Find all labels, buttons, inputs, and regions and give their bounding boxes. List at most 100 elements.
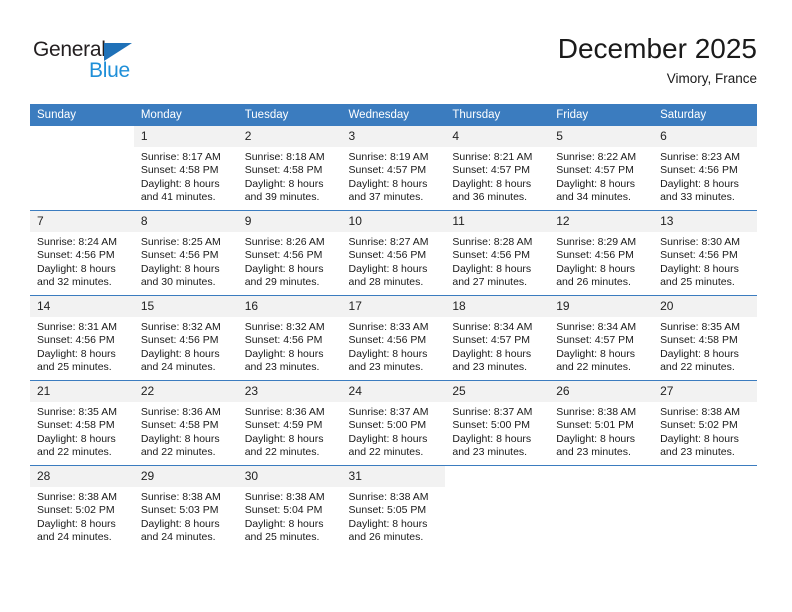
calendar-day[interactable]: 22 Sunrise: 8:36 AM Sunset: 4:58 PM Dayligh… xyxy=(133,381,238,465)
day-sunrise-text: Sunrise: 8:37 AM xyxy=(348,406,429,418)
calendar-day-empty xyxy=(653,466,757,550)
calendar-day[interactable]: 15 Sunrise: 8:32 AM Sunset: 4:56 PM Dayligh… xyxy=(133,296,238,380)
calendar-day-cell[interactable] xyxy=(549,465,654,550)
calendar-day-cell[interactable]: 8 Sunrise: 8:25 AM Sunset: 4:56 PM Daylight… xyxy=(133,210,238,296)
calendar-day-cell[interactable]: 22 Sunrise: 8:36 AM Sunset: 4:58 PM Dayligh… xyxy=(133,380,238,466)
calendar-day-cell[interactable]: 2 Sunrise: 8:18 AM Sunset: 4:58 PM Daylight… xyxy=(237,126,342,211)
day-sun-info: Sunrise: 8:37 AM Sunset: 5:00 PM Daylight:… xyxy=(445,402,549,460)
day-daylight1-text: Daylight: 8 hours xyxy=(140,432,220,445)
calendar-day-cell[interactable]: 20 Sunrise: 8:35 AM Sunset: 4:58 PM Dayligh… xyxy=(653,295,757,381)
day-daylight2-text: and 25 minutes. xyxy=(660,276,735,289)
calendar-day-cell[interactable]: 16 Sunrise: 8:32 AM Sunset: 4:56 PM Dayligh… xyxy=(237,295,342,381)
day-sunrise-text: Sunrise: 8:17 AM xyxy=(140,151,221,163)
calendar-day-cell[interactable]: 31 Sunrise: 8:38 AM Sunset: 5:05 PM Dayligh… xyxy=(341,465,446,550)
calendar-day-cell[interactable]: 27 Sunrise: 8:38 AM Sunset: 5:02 PM Dayligh… xyxy=(653,380,757,466)
day-sun-info: Sunrise: 8:23 AM Sunset: 4:56 PM Daylight:… xyxy=(653,147,757,205)
calendar-day-cell[interactable]: 15 Sunrise: 8:32 AM Sunset: 4:56 PM Dayligh… xyxy=(133,295,238,381)
calendar-day-cell[interactable]: 26 Sunrise: 8:38 AM Sunset: 5:01 PM Dayligh… xyxy=(549,380,654,466)
calendar-day[interactable]: 10 Sunrise: 8:27 AM Sunset: 4:56 PM Dayligh… xyxy=(341,211,446,295)
calendar-day-cell[interactable]: 4 Sunrise: 8:21 AM Sunset: 4:57 PM Daylight… xyxy=(445,126,550,211)
day-sunrise-text: Sunrise: 8:36 AM xyxy=(244,406,325,418)
calendar-day-cell[interactable]: 18 Sunrise: 8:34 AM Sunset: 4:57 PM Dayligh… xyxy=(445,295,550,381)
calendar-day-cell[interactable]: 14 Sunrise: 8:31 AM Sunset: 4:56 PM Dayligh… xyxy=(30,295,134,381)
calendar-day-cell[interactable]: 28 Sunrise: 8:38 AM Sunset: 5:02 PM Dayligh… xyxy=(30,465,134,550)
day-sunrise-text: Sunrise: 8:32 AM xyxy=(244,321,325,333)
calendar-day[interactable]: 27 Sunrise: 8:38 AM Sunset: 5:02 PM Dayligh… xyxy=(653,381,757,465)
calendar-day[interactable]: 1 Sunrise: 8:17 AM Sunset: 4:58 PM Daylight… xyxy=(133,126,238,210)
day-sun-info: Sunrise: 8:38 AM Sunset: 5:02 PM Daylight:… xyxy=(653,402,757,460)
day-sunrise-text: Sunrise: 8:33 AM xyxy=(348,321,429,333)
calendar-day-cell[interactable]: 29 Sunrise: 8:38 AM Sunset: 5:03 PM Dayligh… xyxy=(133,465,238,550)
calendar-day[interactable]: 16 Sunrise: 8:32 AM Sunset: 4:56 PM Dayligh… xyxy=(237,296,342,380)
calendar-day-cell[interactable]: 24 Sunrise: 8:37 AM Sunset: 5:00 PM Dayligh… xyxy=(341,380,446,466)
calendar-day-cell[interactable]: 7 Sunrise: 8:24 AM Sunset: 4:56 PM Daylight… xyxy=(30,210,134,296)
calendar-day-cell[interactable]: 17 Sunrise: 8:33 AM Sunset: 4:56 PM Dayligh… xyxy=(341,295,446,381)
calendar-day-cell[interactable] xyxy=(30,126,134,211)
calendar-day[interactable]: 13 Sunrise: 8:30 AM Sunset: 4:56 PM Dayligh… xyxy=(653,211,757,295)
calendar-day-cell[interactable]: 30 Sunrise: 8:38 AM Sunset: 5:04 PM Dayligh… xyxy=(237,465,342,550)
day-daylight1-text: Daylight: 8 hours xyxy=(452,177,532,190)
calendar-day[interactable]: 31 Sunrise: 8:38 AM Sunset: 5:05 PM Dayligh… xyxy=(341,466,446,550)
day-number: 31 xyxy=(341,466,446,487)
day-sunset-text: Sunset: 4:59 PM xyxy=(244,419,323,432)
calendar-day[interactable]: 4 Sunrise: 8:21 AM Sunset: 4:57 PM Daylight… xyxy=(445,126,550,210)
calendar-day[interactable]: 12 Sunrise: 8:29 AM Sunset: 4:56 PM Dayligh… xyxy=(549,211,654,295)
day-daylight2-text: and 39 minutes. xyxy=(244,191,320,204)
day-sun-info: Sunrise: 8:38 AM Sunset: 5:02 PM Daylight:… xyxy=(30,487,134,545)
calendar-day-cell[interactable] xyxy=(653,465,757,550)
calendar-day[interactable]: 20 Sunrise: 8:35 AM Sunset: 4:58 PM Dayligh… xyxy=(653,296,757,380)
calendar-day[interactable]: 2 Sunrise: 8:18 AM Sunset: 4:58 PM Daylight… xyxy=(237,126,342,210)
calendar-day-cell[interactable]: 5 Sunrise: 8:22 AM Sunset: 4:57 PM Daylight… xyxy=(549,126,654,211)
calendar-day-cell[interactable]: 9 Sunrise: 8:26 AM Sunset: 4:56 PM Daylight… xyxy=(237,210,342,296)
calendar-day[interactable]: 29 Sunrise: 8:38 AM Sunset: 5:03 PM Dayligh… xyxy=(133,466,238,550)
day-sunset-text: Sunset: 4:56 PM xyxy=(244,334,323,347)
day-sunset-text: Sunset: 4:56 PM xyxy=(37,249,115,262)
calendar-day[interactable]: 9 Sunrise: 8:26 AM Sunset: 4:56 PM Daylight… xyxy=(237,211,342,295)
calendar-day-cell[interactable]: 21 Sunrise: 8:35 AM Sunset: 4:58 PM Dayligh… xyxy=(30,380,134,466)
calendar-day[interactable]: 30 Sunrise: 8:38 AM Sunset: 5:04 PM Dayligh… xyxy=(237,466,342,550)
calendar-day-cell[interactable]: 13 Sunrise: 8:30 AM Sunset: 4:56 PM Dayligh… xyxy=(653,210,757,296)
day-daylight2-text: and 29 minutes. xyxy=(244,276,320,289)
calendar-day-cell[interactable]: 6 Sunrise: 8:23 AM Sunset: 4:56 PM Daylight… xyxy=(653,126,757,211)
calendar-day[interactable]: 11 Sunrise: 8:28 AM Sunset: 4:56 PM Dayligh… xyxy=(445,211,550,295)
calendar-day[interactable]: 3 Sunrise: 8:19 AM Sunset: 4:57 PM Daylight… xyxy=(341,126,446,210)
calendar-day[interactable]: 25 Sunrise: 8:37 AM Sunset: 5:00 PM Dayligh… xyxy=(445,381,550,465)
calendar-day[interactable]: 17 Sunrise: 8:33 AM Sunset: 4:56 PM Dayligh… xyxy=(341,296,446,380)
calendar-day-cell[interactable]: 23 Sunrise: 8:36 AM Sunset: 4:59 PM Dayligh… xyxy=(237,380,342,466)
day-daylight2-text: and 23 minutes. xyxy=(244,361,320,374)
day-daylight1-text: Daylight: 8 hours xyxy=(348,517,428,530)
calendar-day[interactable]: 24 Sunrise: 8:37 AM Sunset: 5:00 PM Dayligh… xyxy=(341,381,446,465)
calendar-day[interactable]: 14 Sunrise: 8:31 AM Sunset: 4:56 PM Dayligh… xyxy=(30,296,134,380)
day-daylight2-text: and 22 minutes. xyxy=(556,361,631,374)
calendar-day-cell[interactable]: 1 Sunrise: 8:17 AM Sunset: 4:58 PM Daylight… xyxy=(133,126,238,211)
calendar-day[interactable]: 28 Sunrise: 8:38 AM Sunset: 5:02 PM Dayligh… xyxy=(30,466,134,550)
general-blue-logo[interactable]: General Blue xyxy=(33,38,163,86)
calendar-day-cell[interactable]: 3 Sunrise: 8:19 AM Sunset: 4:57 PM Daylight… xyxy=(341,126,446,211)
weekday-header-sunday: Sunday xyxy=(30,104,134,126)
calendar-day[interactable]: 23 Sunrise: 8:36 AM Sunset: 4:59 PM Dayligh… xyxy=(237,381,342,465)
calendar-day[interactable]: 5 Sunrise: 8:22 AM Sunset: 4:57 PM Daylight… xyxy=(549,126,654,210)
day-sunset-text: Sunset: 4:57 PM xyxy=(556,164,634,177)
calendar-day[interactable]: 19 Sunrise: 8:34 AM Sunset: 4:57 PM Dayligh… xyxy=(549,296,654,380)
calendar-day[interactable]: 21 Sunrise: 8:35 AM Sunset: 4:58 PM Dayligh… xyxy=(30,381,134,465)
calendar-day-cell[interactable]: 10 Sunrise: 8:27 AM Sunset: 4:56 PM Dayligh… xyxy=(341,210,446,296)
calendar-day-cell[interactable]: 12 Sunrise: 8:29 AM Sunset: 4:56 PM Dayligh… xyxy=(549,210,654,296)
calendar-day[interactable]: 26 Sunrise: 8:38 AM Sunset: 5:01 PM Dayligh… xyxy=(549,381,654,465)
day-sunrise-text: Sunrise: 8:25 AM xyxy=(140,236,221,248)
calendar-day-cell[interactable]: 25 Sunrise: 8:37 AM Sunset: 5:00 PM Dayligh… xyxy=(445,380,550,466)
calendar-day[interactable]: 6 Sunrise: 8:23 AM Sunset: 4:56 PM Daylight… xyxy=(653,126,757,210)
day-number: 24 xyxy=(341,381,446,402)
calendar-day-cell[interactable]: 19 Sunrise: 8:34 AM Sunset: 4:57 PM Dayligh… xyxy=(549,295,654,381)
calendar-day[interactable]: 7 Sunrise: 8:24 AM Sunset: 4:56 PM Daylight… xyxy=(30,211,134,295)
day-number: 7 xyxy=(30,211,134,232)
calendar-day-cell[interactable]: 11 Sunrise: 8:28 AM Sunset: 4:56 PM Dayligh… xyxy=(445,210,550,296)
weekday-header-tuesday: Tuesday xyxy=(237,104,342,126)
calendar-day-cell[interactable] xyxy=(445,465,550,550)
weekday-header-saturday: Saturday xyxy=(653,104,757,126)
calendar-day[interactable]: 18 Sunrise: 8:34 AM Sunset: 4:57 PM Dayligh… xyxy=(445,296,550,380)
calendar-day[interactable]: 8 Sunrise: 8:25 AM Sunset: 4:56 PM Daylight… xyxy=(133,211,238,295)
day-sunrise-text: Sunrise: 8:36 AM xyxy=(140,406,221,418)
calendar-week-row: 14 Sunrise: 8:31 AM Sunset: 4:56 PM Dayligh… xyxy=(30,295,757,381)
day-sunset-text: Sunset: 5:04 PM xyxy=(244,504,323,517)
day-sunset-text: Sunset: 5:02 PM xyxy=(37,504,115,517)
